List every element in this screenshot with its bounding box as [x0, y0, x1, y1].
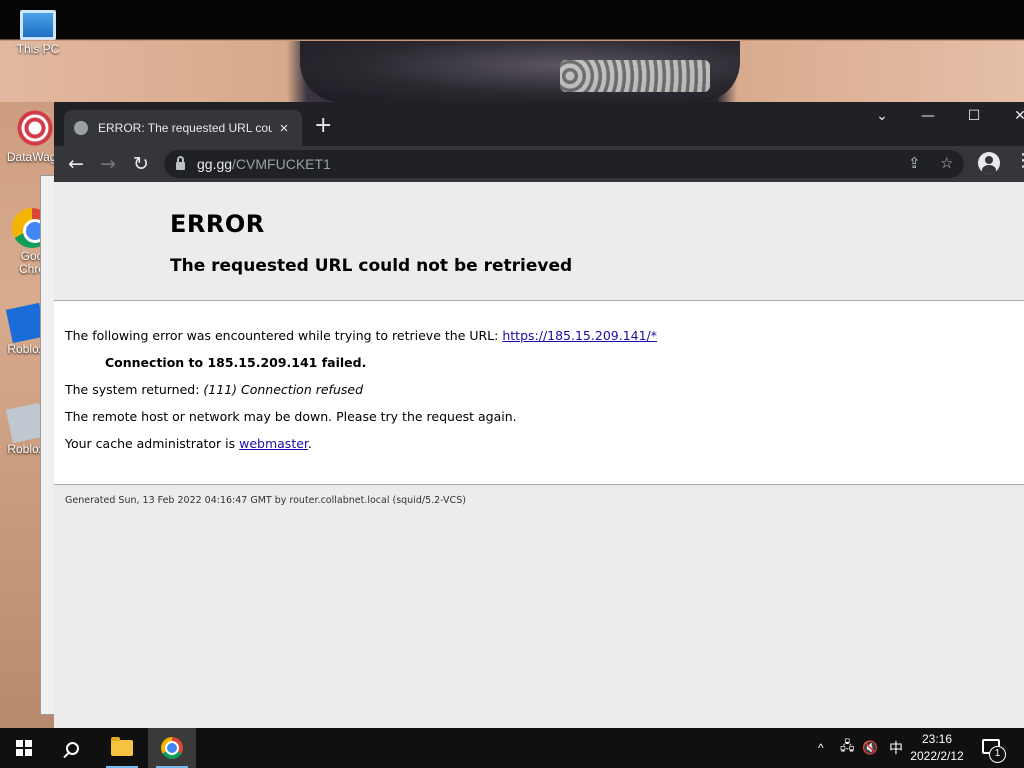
back-button[interactable]: ←	[64, 152, 88, 176]
close-tab-icon[interactable]: ×	[276, 120, 292, 137]
error-details: The following error was encountered whil…	[54, 301, 1024, 485]
page-subtitle: The requested URL could not be retrieved	[170, 256, 573, 276]
taskbar-file-explorer[interactable]	[98, 728, 146, 768]
maximize-button[interactable]: ☐	[960, 108, 988, 124]
share-icon[interactable]: ⇪	[908, 154, 921, 172]
tab-title: ERROR: The requested URL could not be re…	[98, 121, 272, 135]
remote-host-text: The remote host or network may be down. …	[65, 409, 517, 424]
notification-count-badge: 1	[989, 746, 1006, 763]
forward-button[interactable]: →	[96, 152, 120, 176]
system-clock[interactable]: 23:16 2022/2/12	[902, 731, 972, 765]
generated-footer: Generated Sun, 13 Feb 2022 04:16:47 GMT …	[65, 495, 466, 506]
browser-menu-icon[interactable]: ⋮	[1014, 150, 1024, 171]
url-path: /CVMFUCKET1	[232, 156, 331, 172]
clock-time: 23:16	[921, 732, 953, 746]
globe-icon	[74, 121, 88, 135]
desktop-icon-label: This PC	[16, 42, 60, 56]
tab-search-icon[interactable]: ⌄	[868, 108, 896, 124]
folder-icon	[111, 737, 133, 756]
tray-overflow-icon[interactable]: ^	[818, 728, 824, 768]
title-bar[interactable]: ERROR: The requested URL could not be re…	[54, 102, 1024, 146]
this-pc-icon	[20, 10, 56, 40]
bookmark-star-icon[interactable]: ☆	[940, 154, 953, 172]
windows-logo-icon	[16, 740, 32, 756]
ime-indicator[interactable]: 中	[889, 728, 903, 768]
wallpaper-lace	[560, 60, 710, 92]
cache-admin-suffix: .	[307, 436, 312, 451]
cache-admin-line: Your cache administrator is webmaster.	[65, 430, 1024, 457]
system-returned-value: (111) Connection refused	[203, 382, 363, 397]
start-button[interactable]	[0, 728, 48, 768]
cache-admin-label: Your cache administrator is	[65, 436, 240, 451]
clock-date: 2022/2/12	[910, 749, 964, 763]
error-url-line: The following error was encountered whil…	[65, 322, 1024, 349]
browser-toolbar: ← → ↻ gg.gg /CVMFUCKET1 ⇪ ☆ ⋮	[54, 146, 1024, 182]
connection-failed-text: Connection to 185.15.209.141 failed.	[105, 355, 367, 370]
desktop-icon-this-pc[interactable]: This PC	[6, 10, 70, 56]
page-content: ERROR The requested URL could not be ret…	[54, 182, 1024, 728]
address-bar[interactable]: gg.gg /CVMFUCKET1 ⇪ ☆	[164, 150, 964, 178]
network-icon[interactable]: 🖧	[840, 728, 855, 768]
system-returned-label: The system returned:	[65, 382, 204, 397]
system-returned-line: The system returned: (111) Connection re…	[65, 376, 1024, 403]
minimize-button[interactable]: —	[914, 108, 942, 124]
taskbar-chrome[interactable]	[148, 728, 196, 768]
profile-avatar-icon[interactable]	[978, 152, 1000, 174]
volume-muted-icon[interactable]: 🔇	[862, 728, 878, 768]
tab-active[interactable]: ERROR: The requested URL could not be re…	[64, 110, 302, 146]
reload-button[interactable]: ↻	[129, 152, 153, 176]
browser-window: ERROR: The requested URL could not be re…	[54, 102, 1024, 728]
datawago-icon	[15, 108, 55, 148]
close-window-button[interactable]: ✕	[1006, 108, 1024, 124]
webmaster-link[interactable]: webmaster	[239, 436, 308, 451]
taskbar-search-button[interactable]	[48, 728, 96, 768]
taskbar: ^ 🖧 🔇 中 23:16 2022/2/12 1	[0, 728, 1024, 768]
url-host: gg.gg	[197, 156, 233, 172]
error-url-text: The following error was encountered whil…	[65, 328, 503, 343]
chrome-icon	[161, 737, 183, 759]
search-icon	[65, 741, 79, 755]
lock-icon[interactable]	[176, 156, 185, 170]
error-url-link[interactable]: https://185.15.209.141/*	[502, 328, 657, 343]
error-header: ERROR The requested URL could not be ret…	[54, 182, 1024, 301]
new-tab-button[interactable]: +	[314, 115, 332, 137]
page-title: ERROR	[170, 210, 265, 238]
